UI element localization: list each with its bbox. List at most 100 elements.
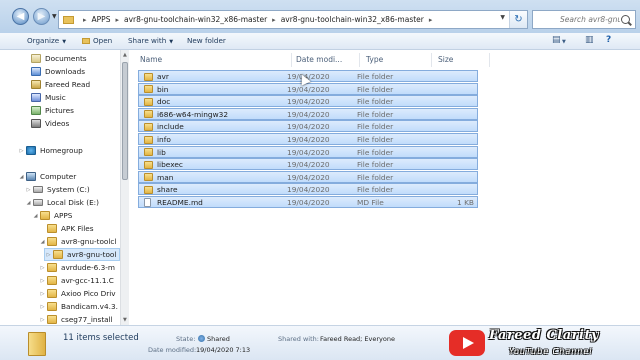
nav-item-local-disk-e[interactable]: ◢ Local Disk (E:) [25,196,99,209]
nav-item-computer[interactable]: ◢ Computer [18,170,76,183]
folder-icon [144,160,153,169]
nav-item-axioo-pico[interactable]: ▷ Axioo Pico Driv [39,287,116,300]
column-header-size[interactable]: Size [432,53,490,67]
nav-item-homegroup[interactable]: ▷ Homegroup [18,144,83,157]
file-row[interactable]: i686-w64-mingw32 19/04/2020 File folder [138,107,478,120]
chevron-right-icon[interactable]: ▸ [83,16,87,24]
file-name-cell: libexec [144,160,183,169]
file-name-cell: man [144,173,173,182]
help-icon[interactable]: ? [606,35,611,45]
breadcrumb-toolchain-current[interactable]: avr8-gnu-toolchain-win32_x86-master [281,15,424,24]
nav-item-apk-files[interactable]: APK Files [39,222,94,235]
nav-item-system-c[interactable]: ▷ System (C:) [25,183,90,196]
file-row[interactable]: share 19/04/2020 File folder [138,183,478,196]
breadcrumb-toolchain-parent[interactable]: avr8-gnu-toolchain-win32_x86-master [124,15,267,24]
chevron-right-icon[interactable]: ▷ [25,187,32,193]
file-row[interactable]: info 19/04/2020 File folder [138,133,478,145]
recent-pages-icon[interactable]: ▼ [52,13,57,20]
file-name: README.md [157,198,203,207]
chevron-right-icon[interactable]: ▸ [429,16,433,24]
pictures-icon [31,106,41,115]
chevron-down-icon[interactable]: ▼ [500,14,505,21]
nav-item-videos[interactable]: Videos [31,117,69,130]
file-type: File folder [357,84,394,94]
nav-item-pictures[interactable]: Pictures [31,104,74,117]
scrollbar-thumb[interactable] [122,62,128,180]
scroll-up-icon[interactable]: ▲ [123,52,127,58]
file-row[interactable]: doc 19/04/2020 File folder [138,95,478,108]
chevron-down-icon[interactable]: ◢ [25,200,32,206]
nav-item-avrdude[interactable]: ▷ avrdude-6.3-m [39,261,115,274]
address-bar[interactable]: ▸ APPS ▸ avr8-gnu-toolchain-win32_x86-ma… [58,10,528,29]
file-date: 19/04/2020 [287,84,330,94]
file-type: File folder [357,172,394,182]
file-row[interactable]: README.md 19/04/2020 MD File 1 KB [138,196,478,208]
open-button[interactable]: Open [82,36,112,45]
nav-item-apps[interactable]: ◢ APPS [32,209,72,222]
chevron-down-icon[interactable]: ▼ [562,39,566,45]
search-input[interactable] [560,15,620,24]
videos-icon [31,119,41,128]
file-type: File folder [357,160,394,170]
chevron-right-icon[interactable]: ▷ [39,278,46,284]
chevron-right-icon[interactable]: ▷ [39,317,46,323]
chevron-right-icon[interactable]: ▸ [272,16,276,24]
homegroup-icon [26,146,36,155]
nav-item-documents[interactable]: Documents [31,52,87,65]
state-value-wrap: Shared [198,335,230,343]
refresh-button[interactable]: ↻ [509,11,527,28]
chevron-down-icon[interactable]: ◢ [32,213,39,219]
file-row[interactable]: bin 19/04/2020 File folder [138,82,478,95]
search-icon[interactable] [621,15,630,24]
forward-button[interactable]: ▶ [33,8,50,25]
file-row[interactable]: libexec 19/04/2020 File folder [138,158,478,171]
nav-item-avr-gcc[interactable]: ▷ avr-gcc-11.1.C [39,274,114,287]
nav-item-cseg77[interactable]: ▷ cseg77_install [39,313,113,325]
file-row[interactable]: include 19/04/2020 File folder [138,120,478,133]
chevron-right-icon[interactable]: ▸ [115,16,119,24]
scroll-down-icon[interactable]: ▼ [123,317,127,323]
file-name-cell: lib [144,148,166,157]
nav-item-downloads[interactable]: Downloads [31,65,85,78]
chevron-down-icon[interactable]: ◢ [39,239,46,245]
chevron-right-icon[interactable]: ▷ [18,148,25,154]
breadcrumb-apps[interactable]: APPS [92,15,111,24]
preview-pane-icon[interactable]: ▥ [585,35,594,45]
chevron-right-icon[interactable]: ▷ [39,291,46,297]
file-row[interactable]: lib 19/04/2020 File folder [138,145,478,158]
folder-icon [63,15,74,24]
nav-item-label: Local Disk (E:) [47,198,99,207]
column-header-name[interactable]: Name [134,53,292,67]
computer-icon [26,172,36,181]
view-options-icon[interactable]: ▤ [552,35,561,45]
file-row[interactable]: man 19/04/2020 File folder [138,170,478,183]
chevron-down-icon[interactable]: ◢ [18,174,25,180]
drive-icon [33,199,43,206]
nav-item-avr8-toolchain-current[interactable]: ▷ avr8-gnu-tool [44,248,120,261]
nav-item-bandicam[interactable]: ▷ Bandicam.v4.3. [39,300,118,313]
new-folder-button[interactable]: New folder [187,36,226,45]
nav-scrollbar[interactable]: ▲ ▼ [120,50,129,325]
chevron-right-icon[interactable]: ▷ [39,265,46,271]
file-date: 19/04/2020 [287,122,330,132]
file-name-cell: bin [144,85,168,94]
chevron-right-icon[interactable]: ▷ [45,252,52,258]
column-header-type[interactable]: Type [360,53,432,67]
shared-with-label: Shared with: [278,335,319,343]
file-date: 19/04/2020 [287,198,330,207]
nav-item-fareed-read[interactable]: Fareed Read [31,78,90,91]
nav-item-label: cseg77_install [61,315,113,324]
column-header-date[interactable]: Date modi... [290,53,360,67]
nav-item-label: Music [45,93,66,102]
nav-item-label: Axioo Pico Driv [61,289,116,298]
nav-item-music[interactable]: Music [31,91,66,104]
back-button[interactable]: ◀ [12,8,29,25]
share-with-button[interactable]: Share with ▼ [128,36,173,45]
nav-item-label: Videos [45,119,70,128]
file-name-cell: share [144,185,178,194]
nav-item-avr8-toolchain-parent[interactable]: ◢ avr8-gnu-toolcl [39,235,116,248]
chevron-right-icon[interactable]: ▷ [39,304,46,310]
organize-button[interactable]: Organize ▼ [27,36,66,45]
nav-item-label: Downloads [45,67,86,76]
search-box[interactable] [532,10,636,29]
